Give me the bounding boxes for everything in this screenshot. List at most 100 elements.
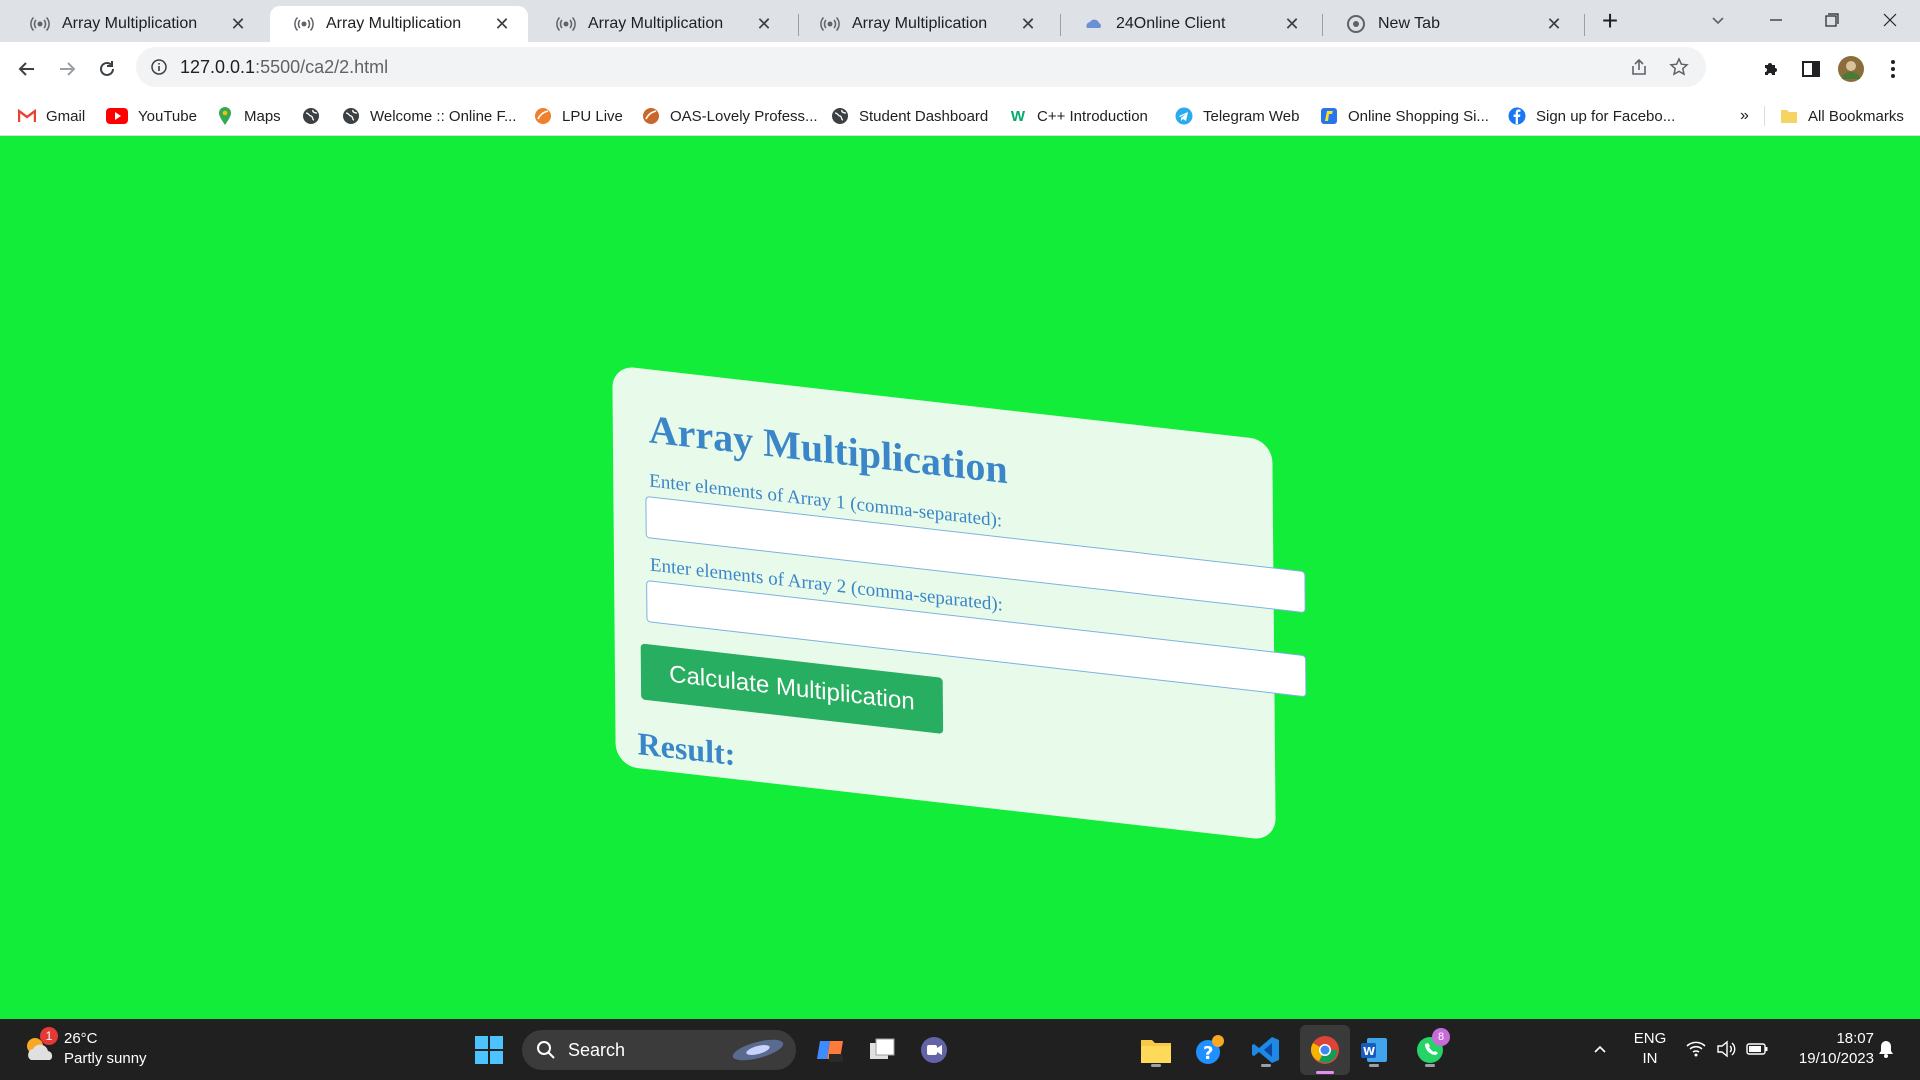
side-panel-icon[interactable] — [1795, 53, 1827, 85]
bookmark-online-shopping[interactable]: Online Shopping Si... — [1320, 104, 1489, 128]
new-tab-plus-icon[interactable]: + — [1594, 5, 1626, 37]
search-highlight-galaxy-icon — [730, 1036, 786, 1064]
weather-widget-icon[interactable]: 1 — [20, 1027, 60, 1071]
reload-icon[interactable] — [91, 53, 123, 85]
lpu-icon — [534, 107, 552, 125]
minimize-icon[interactable] — [1760, 4, 1792, 36]
whatsapp-badge: 8 — [1432, 1028, 1450, 1046]
vscode-icon[interactable] — [1246, 1030, 1286, 1070]
taskbar-search-box[interactable]: Search — [522, 1030, 796, 1070]
tab-strip: Array Multiplication ✕ Array Multiplicat… — [0, 0, 1920, 42]
svg-text:?: ? — [1203, 1043, 1213, 1064]
notification-bell-icon[interactable] — [1874, 1037, 1898, 1061]
task-view-icon[interactable] — [862, 1030, 902, 1070]
address-bar[interactable]: 127.0.0.1:5500/ca2/2.html — [136, 47, 1706, 87]
get-help-icon[interactable]: ? — [1190, 1030, 1230, 1070]
tab-24online-client[interactable]: 24Online Client ✕ — [1060, 6, 1318, 42]
file-explorer-icon[interactable] — [1136, 1030, 1176, 1070]
maps-icon — [216, 107, 234, 125]
battery-icon[interactable] — [1744, 1037, 1770, 1061]
teams-chat-icon[interactable] — [914, 1030, 954, 1070]
site-info-icon[interactable] — [150, 58, 168, 76]
close-tab-icon[interactable]: ✕ — [1016, 12, 1040, 36]
broadcast-icon — [820, 14, 840, 34]
windows-taskbar: 1 26°C Partly sunny Search ? W 8 ENG IN … — [0, 1019, 1920, 1080]
extensions-puzzle-icon[interactable] — [1755, 53, 1787, 85]
url-text: 127.0.0.1:5500/ca2/2.html — [180, 56, 389, 77]
cloud-icon — [1084, 14, 1104, 34]
bookmark-welcome-online[interactable]: Welcome :: Online F... — [342, 104, 516, 128]
close-tab-icon[interactable]: ✕ — [226, 12, 250, 36]
tab-title: Array Multiplication — [588, 15, 724, 32]
search-label: Search — [568, 1039, 626, 1060]
bookmark-youtube[interactable]: YouTube — [106, 104, 197, 128]
language-indicator[interactable]: ENG IN — [1628, 1029, 1672, 1069]
page-title: Array Multiplication — [648, 406, 1008, 493]
telegram-icon — [1175, 107, 1193, 125]
tab-array-multiplication-2[interactable]: Array Multiplication ✕ — [270, 6, 528, 42]
bookmark-cpp-introduction[interactable]: W C++ Introduction — [1009, 104, 1148, 128]
facebook-icon — [1508, 107, 1526, 125]
restore-icon[interactable] — [1816, 4, 1848, 36]
weather-text[interactable]: 26°C Partly sunny — [64, 1029, 147, 1069]
tab-array-multiplication-3[interactable]: Array Multiplication ✕ — [532, 6, 790, 42]
windows-start-icon[interactable] — [470, 1031, 508, 1069]
globe-icon — [302, 107, 320, 125]
array-multiplication-card: Array Multiplication Enter elements of A… — [612, 365, 1307, 841]
globe-icon — [831, 107, 849, 125]
bookmark-telegram-web[interactable]: Telegram Web — [1175, 104, 1299, 128]
bookmark-star-icon[interactable] — [1668, 56, 1690, 78]
close-tab-icon[interactable]: ✕ — [490, 12, 514, 36]
profile-avatar[interactable] — [1835, 53, 1867, 85]
back-arrow-icon[interactable] — [11, 53, 43, 85]
close-tab-icon[interactable]: ✕ — [1280, 12, 1304, 36]
close-tab-icon[interactable]: ✕ — [1542, 12, 1566, 36]
bookmark-oas[interactable]: OAS-Lovely Profess... — [642, 104, 818, 128]
clock-time: 18:07 — [1836, 1030, 1874, 1047]
tab-title: 24Online Client — [1116, 15, 1226, 32]
tab-search-chevron-icon[interactable] — [1702, 4, 1734, 36]
browser-toolbar: 127.0.0.1:5500/ca2/2.html — [0, 42, 1920, 96]
tab-new-tab[interactable]: New Tab ✕ — [1322, 6, 1580, 42]
whatsapp-icon[interactable]: 8 — [1410, 1028, 1450, 1070]
window-close-icon[interactable] — [1874, 4, 1906, 36]
more-bookmarks-button[interactable]: » — [1740, 104, 1749, 128]
all-bookmarks-folder[interactable]: All Bookmarks — [1780, 104, 1904, 128]
folder-icon — [1780, 107, 1798, 125]
share-icon[interactable] — [1628, 56, 1650, 78]
chrome-icon — [1346, 14, 1366, 34]
page-content: Array Multiplication Enter elements of A… — [0, 136, 1920, 1019]
tab-array-multiplication-1[interactable]: Array Multiplication ✕ — [6, 6, 264, 42]
bookmark-facebook-signup[interactable]: Sign up for Facebo... — [1508, 104, 1675, 128]
bookmarks-bar: Gmail YouTube Maps Welcome :: Online F..… — [0, 96, 1920, 136]
volume-icon[interactable] — [1714, 1037, 1738, 1061]
chrome-taskbar-icon[interactable] — [1300, 1025, 1350, 1075]
svg-text:W: W — [1363, 1045, 1375, 1058]
lpu-icon — [642, 107, 660, 125]
bookmark-maps[interactable]: Maps — [216, 104, 281, 128]
copilot-icon[interactable] — [810, 1030, 850, 1070]
more-menu-icon[interactable] — [1877, 53, 1909, 85]
tab-separator — [1584, 14, 1585, 36]
broadcast-icon — [30, 14, 50, 34]
tab-title: Array Multiplication — [326, 15, 462, 32]
broadcast-icon — [294, 14, 314, 34]
wifi-icon[interactable] — [1684, 1037, 1708, 1061]
tab-array-multiplication-4[interactable]: Array Multiplication ✕ — [796, 6, 1054, 42]
search-icon — [536, 1040, 556, 1060]
close-tab-icon[interactable]: ✕ — [752, 12, 776, 36]
bookmark-lpu-live[interactable]: LPU Live — [534, 104, 623, 128]
calculate-multiplication-button[interactable]: Calculate Multiplication — [640, 643, 944, 734]
word-icon[interactable]: W — [1354, 1030, 1394, 1070]
bookmark-globe[interactable] — [302, 104, 330, 128]
show-hidden-icons-chevron-icon[interactable] — [1588, 1037, 1612, 1061]
forward-arrow-icon[interactable] — [51, 53, 83, 85]
bookmark-gmail[interactable]: Gmail — [18, 104, 85, 128]
bookmark-student-dashboard[interactable]: Student Dashboard — [831, 104, 988, 128]
clock[interactable]: 18:07 19/10/2023 — [1778, 1029, 1874, 1069]
w3schools-icon: W — [1010, 107, 1026, 125]
broadcast-icon — [556, 14, 576, 34]
tab-title: New Tab — [1378, 15, 1440, 32]
weather-temp: 26°C — [64, 1030, 98, 1047]
flipkart-icon — [1320, 107, 1338, 125]
